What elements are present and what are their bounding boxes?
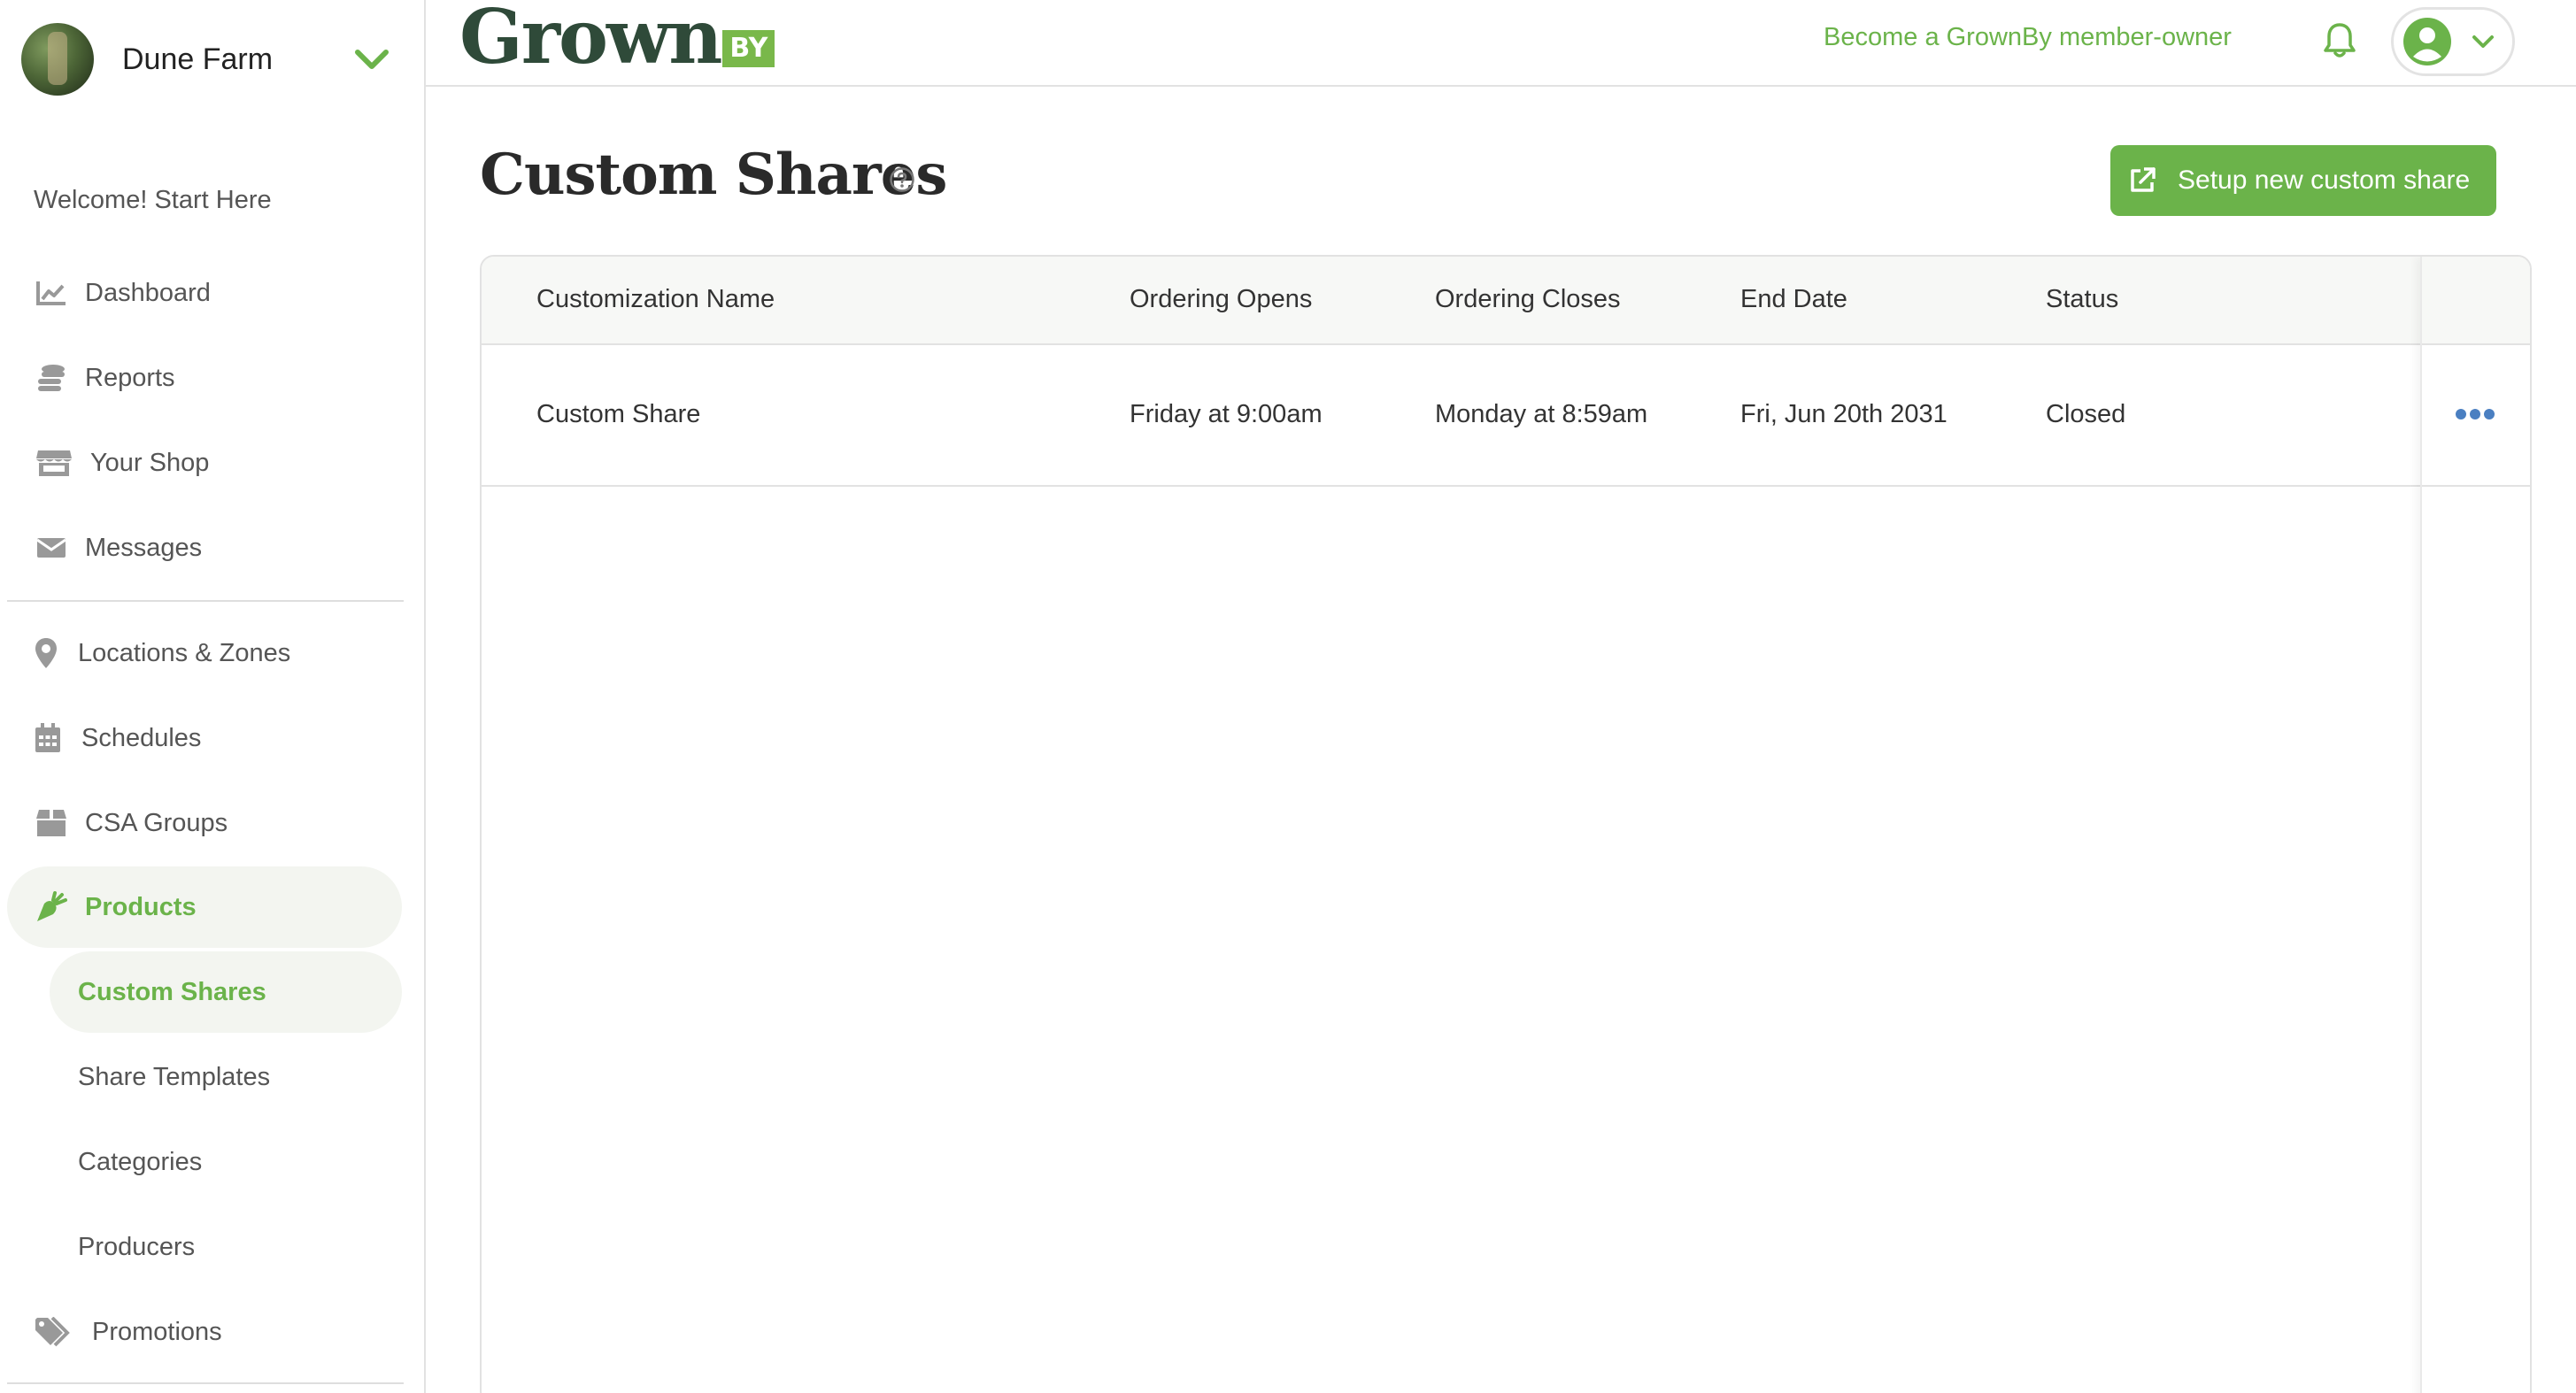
sidebar-item-locations-zones[interactable]: Locations & Zones: [7, 612, 402, 694]
sidebar-subitem-producers[interactable]: Producers: [50, 1206, 402, 1288]
sidebar-item-label: Messages: [85, 533, 203, 562]
table-header: Customization Name Ordering Opens Orderi…: [482, 257, 2530, 345]
column-header-ordering-closes: Ordering Closes: [1435, 285, 1621, 313]
sidebar-item-label: CSA Groups: [85, 808, 228, 837]
sidebar-item-label: Your Shop: [90, 448, 210, 477]
nav-divider: [7, 600, 404, 602]
carrot-icon: [34, 891, 69, 923]
nav-divider: [7, 1382, 404, 1384]
notifications-button[interactable]: [2318, 19, 2361, 62]
sidebar-subitem-categories[interactable]: Categories: [50, 1121, 402, 1203]
chevron-down-icon: [355, 50, 389, 69]
table-row[interactable]: Custom Share Friday at 9:00am Monday at …: [482, 345, 2530, 487]
bell-icon: [2324, 23, 2356, 58]
column-header-ordering-opens: Ordering Opens: [1130, 285, 1313, 313]
setup-button-label: Setup new custom share: [2178, 165, 2471, 195]
sidebar-item-schedules[interactable]: Schedules: [7, 697, 402, 779]
setup-new-custom-share-button[interactable]: Setup new custom share: [2110, 145, 2496, 216]
sidebar-item-promotions[interactable]: Promotions: [7, 1291, 402, 1373]
cell-ordering-closes: Monday at 8:59am: [1435, 400, 1648, 428]
page-title: Custom Shares: [480, 142, 947, 208]
column-header-end-date: End Date: [1740, 285, 1847, 313]
top-header: Grown BY Become a GrownBy member-owner: [426, 0, 2576, 87]
store-icon: [34, 447, 74, 479]
sidebar: Dune Farm Welcome! Start Here Dashboard …: [0, 0, 426, 1393]
box-icon: [34, 807, 69, 839]
sidebar-item-label: Promotions: [92, 1317, 222, 1346]
chevron-down-icon: [2472, 35, 2494, 48]
actions-column: [2420, 257, 2530, 1393]
help-circle-icon[interactable]: [889, 166, 915, 193]
sidebar-item-label: Reports: [85, 363, 175, 392]
grownby-logo[interactable]: Grown BY: [459, 0, 775, 80]
custom-shares-table: Customization Name Ordering Opens Orderi…: [480, 255, 2532, 1393]
sidebar-item-reports[interactable]: Reports: [7, 337, 402, 419]
calendar-icon: [34, 722, 62, 754]
external-link-icon: [2126, 165, 2158, 196]
map-pin-icon: [34, 637, 58, 669]
cell-status: Closed: [2046, 400, 2126, 428]
envelope-icon: [34, 532, 69, 564]
sidebar-item-label: Locations & Zones: [78, 638, 291, 667]
column-header-customization-name: Customization Name: [536, 285, 775, 313]
sidebar-item-label: Products: [85, 892, 197, 921]
sidebar-item-your-shop[interactable]: Your Shop: [7, 422, 402, 504]
sidebar-subitem-share-templates[interactable]: Share Templates: [50, 1036, 402, 1118]
logo-wordmark: Grown: [459, 0, 722, 81]
sidebar-item-label: Schedules: [81, 723, 202, 752]
farm-avatar: [21, 23, 94, 96]
user-avatar-icon: [2403, 18, 2451, 65]
sidebar-item-dashboard[interactable]: Dashboard: [7, 252, 402, 334]
sidebar-item-messages[interactable]: Messages: [7, 507, 402, 589]
sidebar-item-label: Dashboard: [85, 278, 211, 307]
coins-icon: [34, 362, 69, 394]
cell-ordering-opens: Friday at 9:00am: [1130, 400, 1323, 428]
tags-icon: [34, 1316, 74, 1348]
sidebar-item-products[interactable]: Products: [7, 866, 402, 948]
farm-switcher[interactable]: Dune Farm: [21, 23, 393, 96]
nav-welcome-start-here[interactable]: Welcome! Start Here: [34, 186, 272, 215]
sidebar-subitem-custom-shares[interactable]: Custom Shares: [50, 951, 402, 1033]
member-owner-link[interactable]: Become a GrownBy member-owner: [1824, 23, 2232, 52]
user-menu-button[interactable]: [2391, 7, 2515, 76]
chart-line-icon: [34, 277, 69, 309]
cell-customization-name: Custom Share: [536, 400, 701, 428]
logo-badge: BY: [722, 30, 775, 67]
sidebar-item-csa-groups[interactable]: CSA Groups: [7, 782, 402, 864]
column-header-status: Status: [2046, 285, 2119, 313]
cell-end-date: Fri, Jun 20th 2031: [1740, 400, 1947, 428]
farm-name: Dune Farm: [122, 42, 274, 76]
